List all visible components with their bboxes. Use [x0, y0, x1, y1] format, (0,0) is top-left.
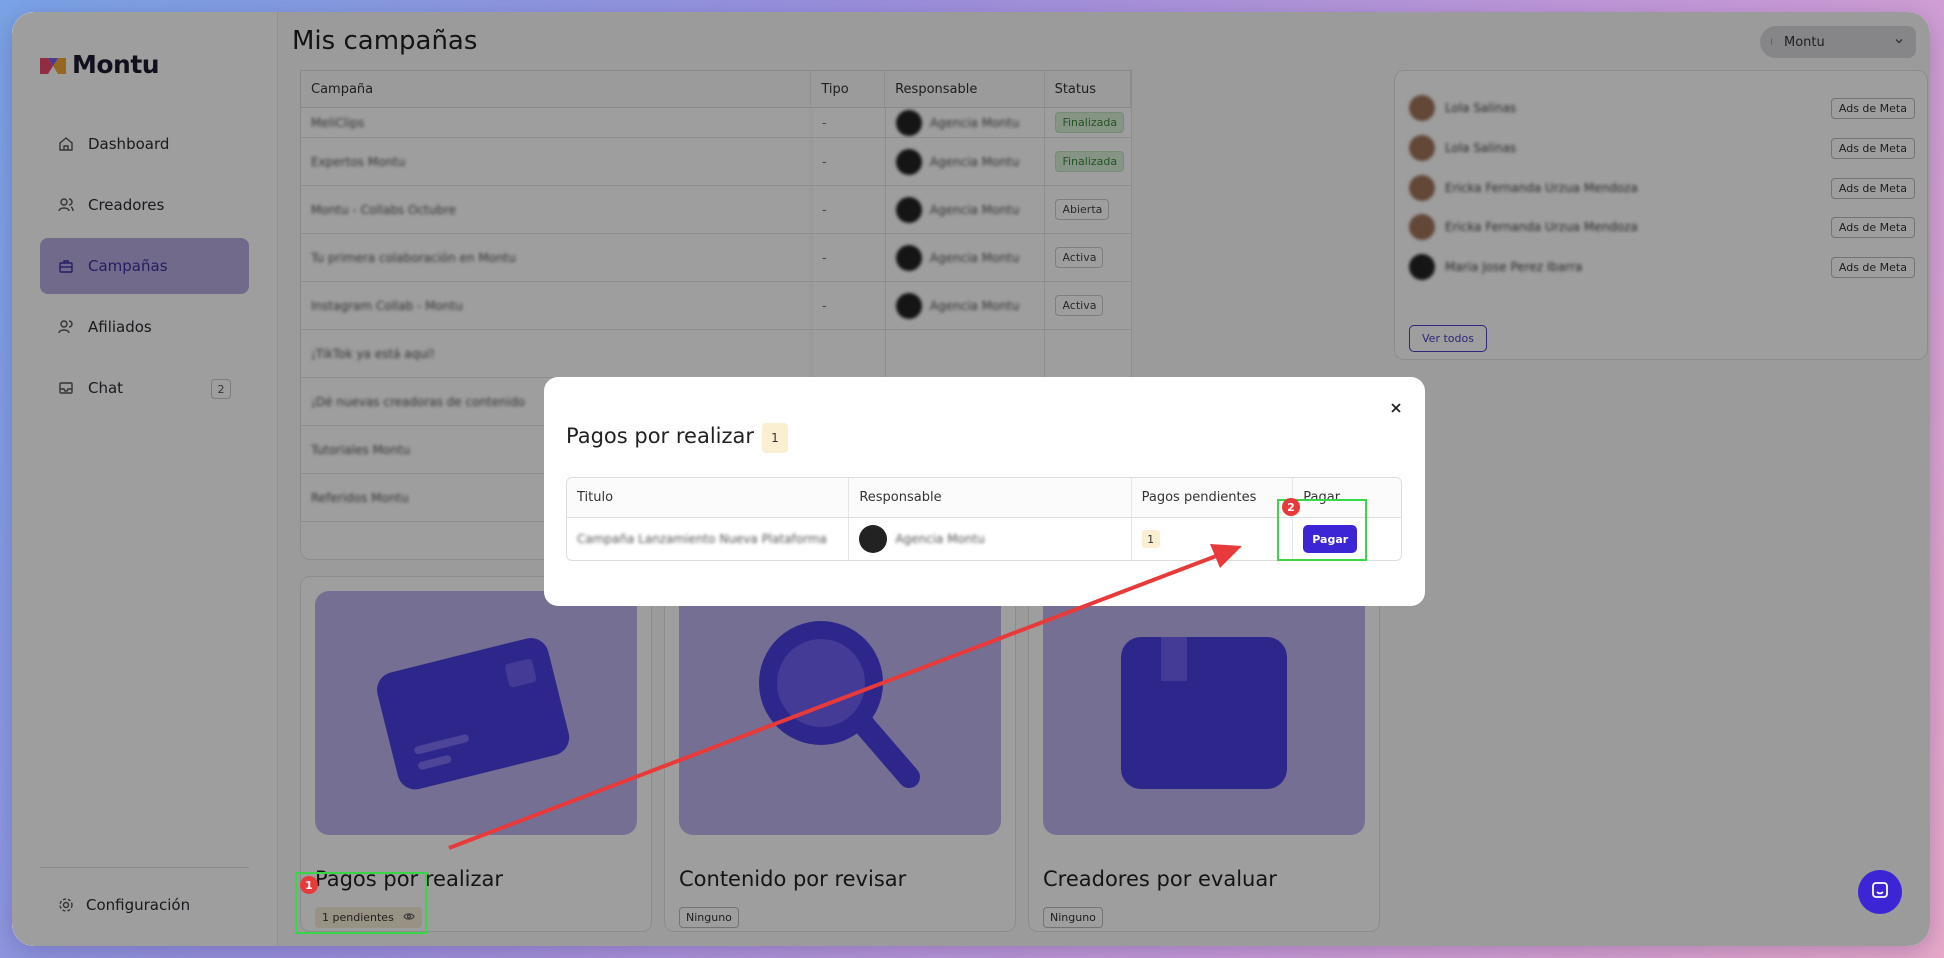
chat-icon	[1870, 880, 1890, 904]
support-chat-button[interactable]	[1858, 870, 1902, 914]
app-window: Montu Dashboard Creadores Campañas Afili…	[12, 12, 1930, 946]
arrow-annotation	[448, 544, 1242, 850]
